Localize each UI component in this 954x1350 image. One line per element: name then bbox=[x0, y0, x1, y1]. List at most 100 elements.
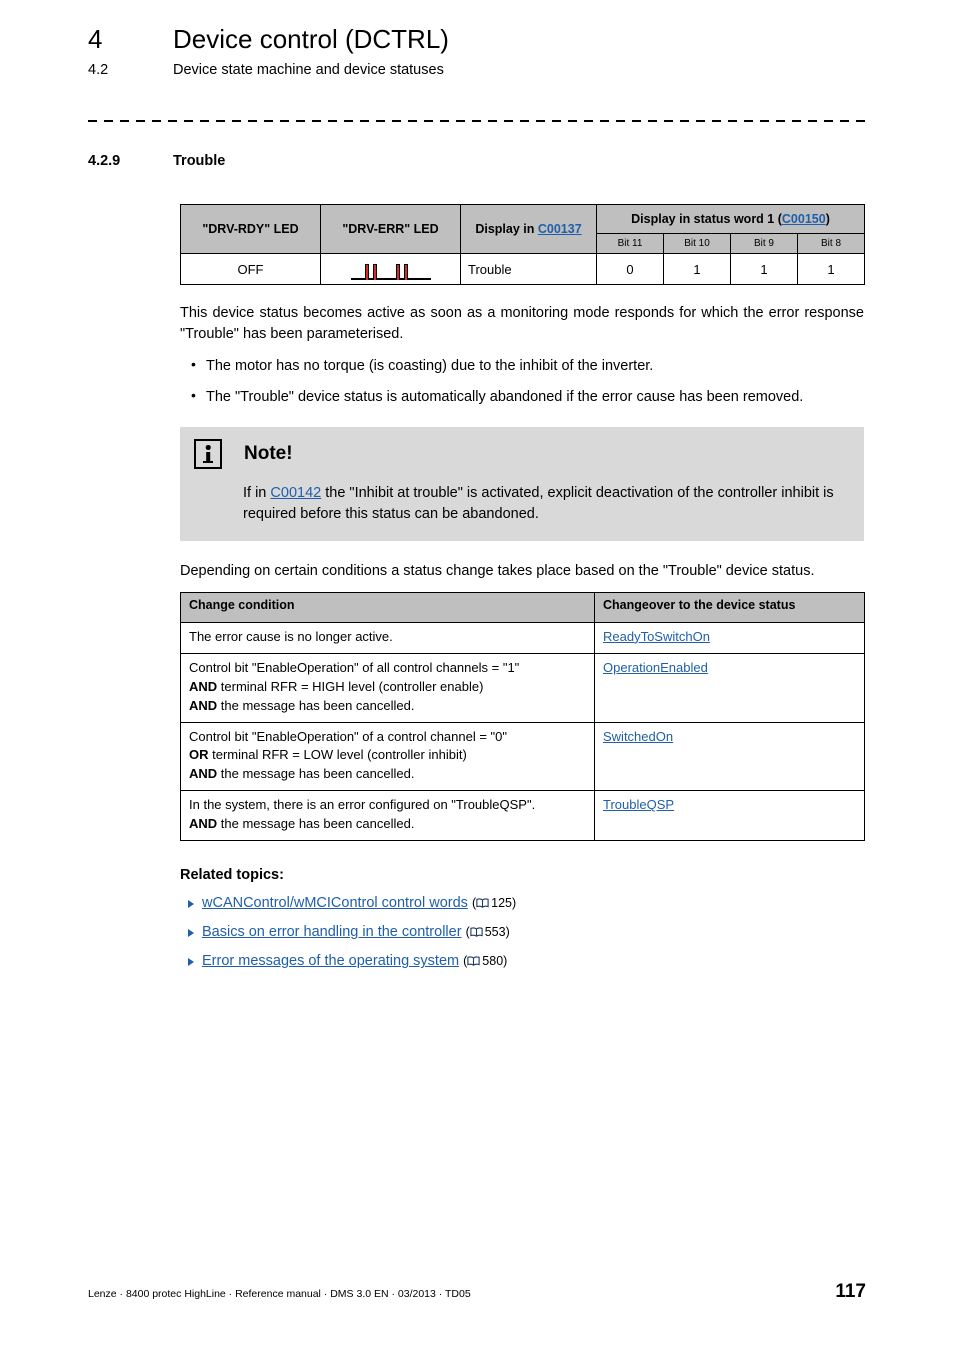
cell-change-condition: Control bit "EnableOperation" of a contr… bbox=[180, 721, 595, 792]
cell-drv-err-blink-pattern bbox=[320, 253, 461, 285]
led-baseline bbox=[350, 278, 431, 280]
header-bit-9: Bit 9 bbox=[730, 233, 798, 254]
book-icon bbox=[470, 926, 483, 938]
related-topics-section: Related topics: wCANControl/wMCIControl … bbox=[180, 867, 864, 969]
cell-bit-10-value: 1 bbox=[663, 253, 731, 285]
page-reference: (580) bbox=[463, 954, 508, 969]
cell-bit-8-value: 1 bbox=[796, 253, 866, 285]
led-bar bbox=[395, 264, 400, 280]
footer-text: Lenze · 8400 protec HighLine · Reference… bbox=[88, 1288, 471, 1300]
triangle-right-icon bbox=[188, 958, 194, 967]
list-item: Error messages of the operating system (… bbox=[180, 953, 864, 969]
header-divider bbox=[88, 120, 866, 122]
condition-text: the message has been cancelled. bbox=[217, 766, 415, 782]
change-condition-table: Change condition Changeover to the devic… bbox=[180, 591, 865, 842]
header-status-word-suffix: ) bbox=[825, 212, 830, 226]
intro-bullet-list: The motor has no torque (is coasting) du… bbox=[180, 355, 864, 408]
status-table-row: OFF Trouble 0 1 1 1 bbox=[180, 253, 866, 285]
note-text-before-link: If in bbox=[243, 485, 271, 502]
cell-change-condition: In the system, there is an error configu… bbox=[180, 790, 595, 842]
list-item: wCANControl/wMCIControl control words (1… bbox=[180, 895, 864, 911]
header-bit-11: Bit 11 bbox=[596, 233, 664, 254]
header-chapter-row: 4 Device control (DCTRL) bbox=[88, 24, 868, 55]
table-row: In the system, there is an error configu… bbox=[180, 790, 865, 842]
cell-bit-9-value: 1 bbox=[730, 253, 798, 285]
condition-operator: AND bbox=[189, 697, 218, 713]
condition-text: the message has been cancelled. bbox=[217, 697, 415, 713]
link-c00137[interactable]: C00137 bbox=[538, 222, 582, 236]
content-column: "DRV-RDY" LED "DRV-ERR" LED Display in C… bbox=[180, 204, 866, 982]
note-body: If in C00142 the "Inhibit at trouble" is… bbox=[243, 483, 850, 525]
cell-changeover-status: SwitchedOn bbox=[594, 721, 865, 792]
note-header: Note! bbox=[194, 439, 850, 470]
table-row: The error cause is no longer active. Rea… bbox=[180, 621, 865, 654]
header-change-condition: Change condition bbox=[180, 591, 595, 623]
led-bar bbox=[403, 264, 408, 280]
header-section-title: Device state machine and device statuses bbox=[173, 62, 444, 78]
book-icon bbox=[476, 897, 489, 909]
chapter-title: Device control (DCTRL) bbox=[173, 24, 449, 54]
cell-bit-11-value: 0 bbox=[596, 253, 664, 285]
related-link-error-messages[interactable]: Error messages of the operating system bbox=[202, 953, 459, 969]
related-topics-list: wCANControl/wMCIControl control words (1… bbox=[180, 895, 864, 969]
led-double-flash-icon bbox=[343, 261, 439, 281]
list-item: Basics on error handling in the controll… bbox=[180, 924, 864, 940]
header-section-row: 4.2 Device state machine and device stat… bbox=[88, 62, 868, 78]
section-number: 4.2.9 bbox=[88, 153, 121, 169]
condition-text: In the system, there is an error configu… bbox=[189, 797, 536, 813]
header-section-number: 4.2 bbox=[88, 62, 109, 78]
link-troubleqsp[interactable]: TroubleQSP bbox=[603, 797, 674, 812]
link-readytoswitchon[interactable]: ReadyToSwitchOn bbox=[603, 629, 710, 644]
cell-changeover-status: ReadyToSwitchOn bbox=[594, 621, 865, 654]
note-box: Note! If in C00142 the "Inhibit at troub… bbox=[180, 427, 864, 542]
page-reference: (125) bbox=[471, 896, 517, 911]
list-item: The "Trouble" device status is automatic… bbox=[180, 386, 864, 408]
page-number: 117 bbox=[835, 1281, 866, 1302]
led-bar bbox=[372, 264, 377, 280]
condition-text: terminal RFR = LOW level (controller inh… bbox=[208, 747, 467, 763]
cell-changeover-status: OperationEnabled bbox=[594, 652, 865, 723]
note-title: Note! bbox=[244, 443, 293, 465]
condition-text: The error cause is no longer active. bbox=[189, 628, 393, 644]
link-operationenabled[interactable]: OperationEnabled bbox=[603, 660, 708, 675]
led-bar bbox=[364, 264, 369, 280]
cell-display-value: Trouble bbox=[460, 253, 597, 285]
header-status-word-1: Display in status word 1 (C00150) bbox=[595, 204, 866, 234]
cell-drv-rdy-value: OFF bbox=[180, 253, 321, 285]
cell-change-condition: The error cause is no longer active. bbox=[180, 621, 595, 654]
header-status-word-prefix: Display in status word 1 ( bbox=[631, 212, 782, 226]
book-icon bbox=[467, 955, 480, 967]
link-c00142[interactable]: C00142 bbox=[270, 485, 321, 501]
status-table-header-row: "DRV-RDY" LED "DRV-ERR" LED Display in C… bbox=[180, 204, 866, 254]
change-table-lead: Depending on certain conditions a status… bbox=[180, 563, 815, 580]
triangle-right-icon bbox=[188, 900, 194, 909]
note-text-after-link: the "Inhibit at trouble" is activated, e… bbox=[243, 485, 834, 523]
header-drv-rdy-led: "DRV-RDY" LED bbox=[180, 204, 321, 254]
section-heading: 4.2.9 Trouble bbox=[88, 153, 225, 169]
condition-operator: AND bbox=[189, 678, 218, 694]
chapter-number: 4 bbox=[88, 24, 103, 54]
header-display-in-c00137: Display in C00137 bbox=[460, 204, 597, 254]
page-header: 4 Device control (DCTRL) 4.2 Device stat… bbox=[88, 24, 868, 78]
header-changeover-status: Changeover to the device status bbox=[594, 591, 865, 623]
condition-operator: AND bbox=[189, 816, 218, 832]
info-icon bbox=[194, 439, 222, 470]
link-c00150[interactable]: C00150 bbox=[782, 212, 826, 226]
page-number: 553 bbox=[484, 925, 506, 940]
related-link-error-handling[interactable]: Basics on error handling in the controll… bbox=[202, 924, 462, 940]
device-status-table: "DRV-RDY" LED "DRV-ERR" LED Display in C… bbox=[180, 204, 866, 285]
condition-text: the message has been cancelled. bbox=[217, 816, 415, 832]
condition-text: terminal RFR = HIGH level (controller en… bbox=[217, 678, 484, 694]
link-switchedon[interactable]: SwitchedOn bbox=[603, 729, 673, 744]
triangle-right-icon bbox=[188, 929, 194, 938]
condition-operator: AND bbox=[189, 766, 218, 782]
cell-changeover-status: TroubleQSP bbox=[594, 790, 865, 842]
related-topics-title: Related topics: bbox=[180, 867, 284, 884]
page-number: 580 bbox=[482, 954, 504, 969]
info-icon-base bbox=[203, 460, 213, 464]
cell-change-condition: Control bit "EnableOperation" of all con… bbox=[180, 652, 595, 723]
related-link-wcancontrol[interactable]: wCANControl/wMCIControl control words bbox=[202, 895, 468, 911]
table-row: Control bit "EnableOperation" of a contr… bbox=[180, 721, 865, 792]
info-icon-dot bbox=[205, 445, 211, 450]
page-reference: (553) bbox=[465, 925, 510, 940]
